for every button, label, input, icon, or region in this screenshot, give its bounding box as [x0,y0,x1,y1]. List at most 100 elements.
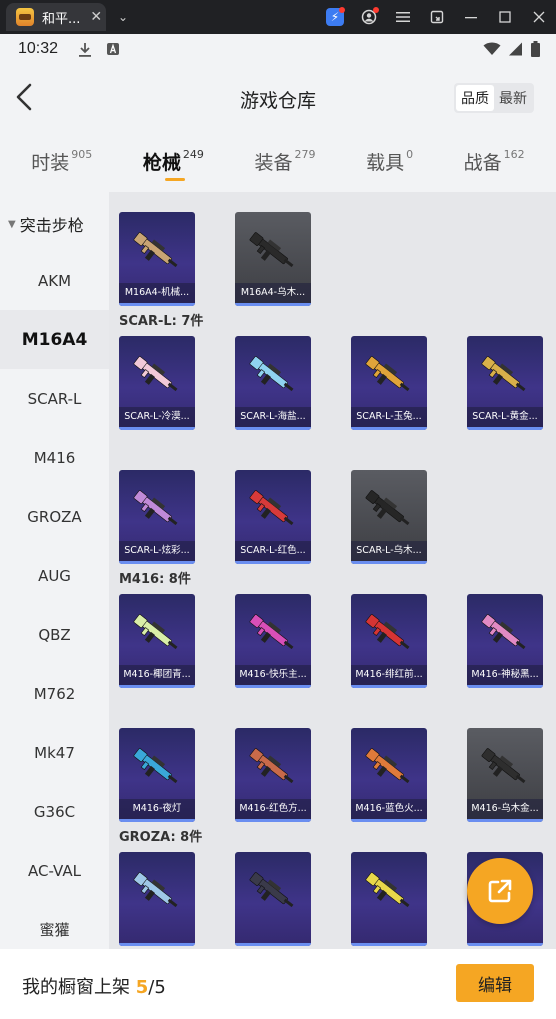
sidebar-item[interactable]: QBZ [0,605,109,664]
skin-card[interactable]: SCAR-L-玉兔... [351,336,427,430]
screenshot-icon [430,10,444,24]
skin-name: M416-神秘黑... [467,665,543,685]
tab-3[interactable]: 载具 0 [366,138,413,190]
rifle-icon [133,748,178,784]
sidebar-item[interactable]: Mk47 [0,723,109,782]
sidebar-item[interactable]: M416 [0,428,109,487]
sidebar-item[interactable]: SCAR-L [0,369,109,428]
skin-card[interactable]: SCAR-L-黄金... [467,336,543,430]
sidebar-item[interactable]: AKM [0,251,109,310]
menu-button[interactable] [386,0,420,34]
skin-name: SCAR-L-冷漠... [119,407,195,427]
skin-card[interactable]: SCAR-L-乌木... [351,470,427,564]
rifle-icon [365,872,410,908]
profile-button[interactable] [352,0,386,34]
app-frame: 和平... ✕ ⌄ ⚡ 10:32 游戏仓库 品质 最新 时装 905 枪械 2… [0,0,556,1019]
tab-count: 162 [503,148,525,161]
share-fab-button[interactable] [467,858,533,924]
screenshot-button[interactable] [420,0,454,34]
sidebar-item[interactable]: AUG [0,546,109,605]
rifle-icon [481,614,526,650]
tab-2[interactable]: 装备 279 [254,138,315,190]
skin-card[interactable]: SCAR-L-红色... [235,470,311,564]
rifle-icon [249,614,294,650]
skin-name: SCAR-L-炫彩... [119,541,195,561]
skin-card[interactable]: M416-乌木金... [467,728,543,822]
chevron-down-icon: ▼ [8,218,16,230]
section-label: SCAR-L: 7件 [119,314,204,329]
rifle-icon [365,356,410,392]
showcase-status: 我的橱窗上架 5/5 [22,973,166,999]
tab-dropdown-icon[interactable]: ⌄ [118,10,128,24]
minimize-icon [465,17,477,19]
wifi-icon [483,42,501,55]
skin-card[interactable]: M16A4-机械... [119,212,195,306]
skin-card[interactable]: SCAR-L-冷漠... [119,336,195,430]
skin-card[interactable] [351,852,427,946]
rifle-icon [249,490,294,526]
skin-name: SCAR-L-黄金... [467,407,543,427]
showcase-label: 我的橱窗上架 [22,977,136,998]
sidebar-item[interactable]: GROZA [0,487,109,546]
tab-1[interactable]: 枪械 249 [143,138,204,190]
skin-name: M16A4-机械... [119,283,195,303]
download-icon [79,43,91,57]
rifle-icon [365,490,410,526]
tab-0[interactable]: 时装 905 [31,138,92,190]
bolt-button[interactable]: ⚡ [318,0,352,34]
rifle-icon [249,748,294,784]
skin-card[interactable]: SCAR-L-炫彩... [119,470,195,564]
skin-card[interactable]: M416-快乐主... [235,594,311,688]
browser-tab[interactable]: 和平... ✕ [6,3,106,31]
skin-card[interactable]: M416-椰团青... [119,594,195,688]
weapon-sidebar: ▼ 突击步枪 AKM M16A4 SCAR-L M416 GROZA AUG QBZ M762… [0,192,109,949]
sidebar-item[interactable]: G36C [0,782,109,841]
battery-icon [531,41,540,57]
skin-name: M416-快乐主... [235,665,311,685]
sidebar-category-assault-rifle[interactable]: ▼ 突击步枪 [8,212,84,236]
tab-4[interactable]: 战备 162 [464,138,525,190]
skin-name: SCAR-L-玉兔... [351,407,427,427]
skin-card[interactable]: M416-夜灯 [119,728,195,822]
skin-name: SCAR-L-红色... [235,541,311,561]
tab-count: 279 [294,148,316,161]
tab-label: 载具 [366,152,405,174]
tab-label: 战备 [463,152,502,174]
skin-name: SCAR-L-海盐... [235,407,311,427]
sidebar-item[interactable]: AC-VAL [0,841,109,900]
tab-active-indicator [164,178,185,181]
category-tabs: 时装 905 枪械 249 装备 279 载具 0 战备 162 [0,138,556,190]
skin-grid: M16A4-机械... M16A4-乌木... SCAR-L: 7件 SCAR-L-冷… [109,192,556,949]
edit-button[interactable]: 编辑 [456,964,534,1002]
sort-newest-button[interactable]: 最新 [494,85,532,111]
skin-name: M416-绯红前... [351,665,427,685]
skin-card[interactable] [119,852,195,946]
skin-card[interactable]: SCAR-L-海盐... [235,336,311,430]
status-bar: 10:32 [0,34,556,66]
skin-card[interactable]: M416-红色方... [235,728,311,822]
menu-icon [396,12,410,22]
skin-card[interactable]: M416-绯红前... [351,594,427,688]
close-button[interactable] [522,0,556,34]
minimize-button[interactable] [454,0,488,34]
rifle-icon [481,356,526,392]
skin-name: M416-夜灯 [119,799,195,819]
tab-close-icon[interactable]: ✕ [90,9,102,25]
sidebar-item[interactable]: M16A4 [0,310,109,369]
section-label: GROZA: 8件 [119,830,203,845]
rifle-icon [133,872,178,908]
sort-quality-button[interactable]: 品质 [456,85,494,111]
tab-label: 枪械 [142,152,181,174]
section-label: M416: 8件 [119,572,191,587]
skin-card[interactable]: M16A4-乌木... [235,212,311,306]
showcase-total: /5 [148,977,166,998]
rifle-icon [133,356,178,392]
rifle-icon [481,748,526,784]
skin-card[interactable]: M416-神秘黑... [467,594,543,688]
skin-card[interactable] [235,852,311,946]
maximize-button[interactable] [488,0,522,34]
sidebar-item[interactable]: M762 [0,664,109,723]
skin-name: M416-蓝色火... [351,799,427,819]
rifle-icon [249,872,294,908]
skin-card[interactable]: M416-蓝色火... [351,728,427,822]
